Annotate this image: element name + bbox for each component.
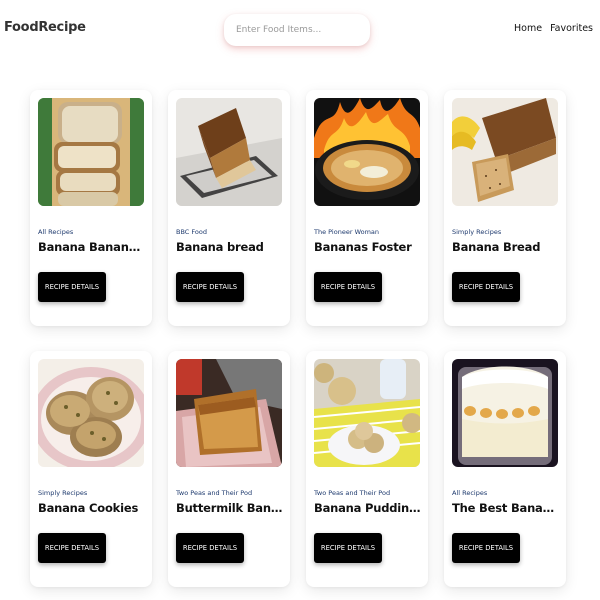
recipe-image-cookies-plate — [38, 359, 144, 467]
recipe-details-button[interactable]: RECIPE DETAILS — [38, 533, 106, 563]
recipe-details-button[interactable]: RECIPE DETAILS — [314, 533, 382, 563]
nav-favorites-link[interactable]: Favorites — [550, 23, 593, 34]
app-header: FoodRecipe Home Favorites — [0, 0, 600, 60]
recipe-details-button[interactable]: RECIPE DETAILS — [452, 272, 520, 302]
recipe-image-bread-slices — [38, 98, 144, 206]
recipe-details-button[interactable]: RECIPE DETAILS — [314, 272, 382, 302]
search-input[interactable] — [224, 14, 370, 46]
recipe-card[interactable]: Simply Recipes Banana Cookies RECIPE DET… — [30, 351, 152, 587]
recipe-details-button[interactable]: RECIPE DETAILS — [176, 533, 244, 563]
recipe-source: All Recipes — [452, 489, 488, 497]
recipe-image-loaf-on-napkin — [176, 359, 282, 467]
recipe-title: Buttermilk Banana Br... — [176, 501, 284, 515]
recipe-card[interactable]: Simply Recipes Banana Bread RECIPE DETAI… — [444, 90, 566, 326]
recipe-title: Banana Pudding Cook... — [314, 501, 422, 515]
recipe-details-button[interactable]: RECIPE DETAILS — [452, 533, 520, 563]
recipe-source: BBC Food — [176, 228, 207, 236]
recipe-source: Two Peas and Their Pod — [176, 489, 253, 497]
nav-home-link[interactable]: Home — [514, 23, 542, 34]
recipe-image-cookies-on-plate — [314, 359, 420, 467]
recipe-image-pudding-trifle — [452, 359, 558, 467]
recipe-card[interactable]: The Pioneer Woman Bananas Foster RECIPE … — [306, 90, 428, 326]
recipe-title: The Best Banana Pud... — [452, 501, 560, 515]
recipe-details-button[interactable]: RECIPE DETAILS — [176, 272, 244, 302]
nav-links: Home Favorites — [514, 23, 593, 34]
recipe-source: Simply Recipes — [452, 228, 502, 236]
recipe-details-button[interactable]: RECIPE DETAILS — [38, 272, 106, 302]
recipe-image-loaf-on-rack — [176, 98, 282, 206]
recipe-card[interactable]: BBC Food Banana bread RECIPE DETAILS — [168, 90, 290, 326]
recipe-title: Banana Banana Bread — [38, 240, 146, 254]
recipe-image-flambe-skillet — [314, 98, 420, 206]
recipe-title: Bananas Foster — [314, 240, 412, 254]
recipe-card[interactable]: Two Peas and Their Pod Buttermilk Banana… — [168, 351, 290, 587]
recipe-title: Banana Cookies — [38, 501, 139, 515]
recipe-source: Simply Recipes — [38, 489, 88, 497]
recipe-title: Banana Bread — [452, 240, 541, 254]
recipe-card[interactable]: All Recipes Banana Banana Bread RECIPE D… — [30, 90, 152, 326]
brand-logo[interactable]: FoodRecipe — [4, 20, 86, 35]
recipe-card[interactable]: Two Peas and Their Pod Banana Pudding Co… — [306, 351, 428, 587]
recipe-image-sliced-loaf — [452, 98, 558, 206]
recipe-source: The Pioneer Woman — [314, 228, 380, 236]
recipe-source: Two Peas and Their Pod — [314, 489, 391, 497]
recipe-source: All Recipes — [38, 228, 74, 236]
recipe-title: Banana bread — [176, 240, 264, 254]
recipe-card[interactable]: All Recipes The Best Banana Pud... RECIP… — [444, 351, 566, 587]
